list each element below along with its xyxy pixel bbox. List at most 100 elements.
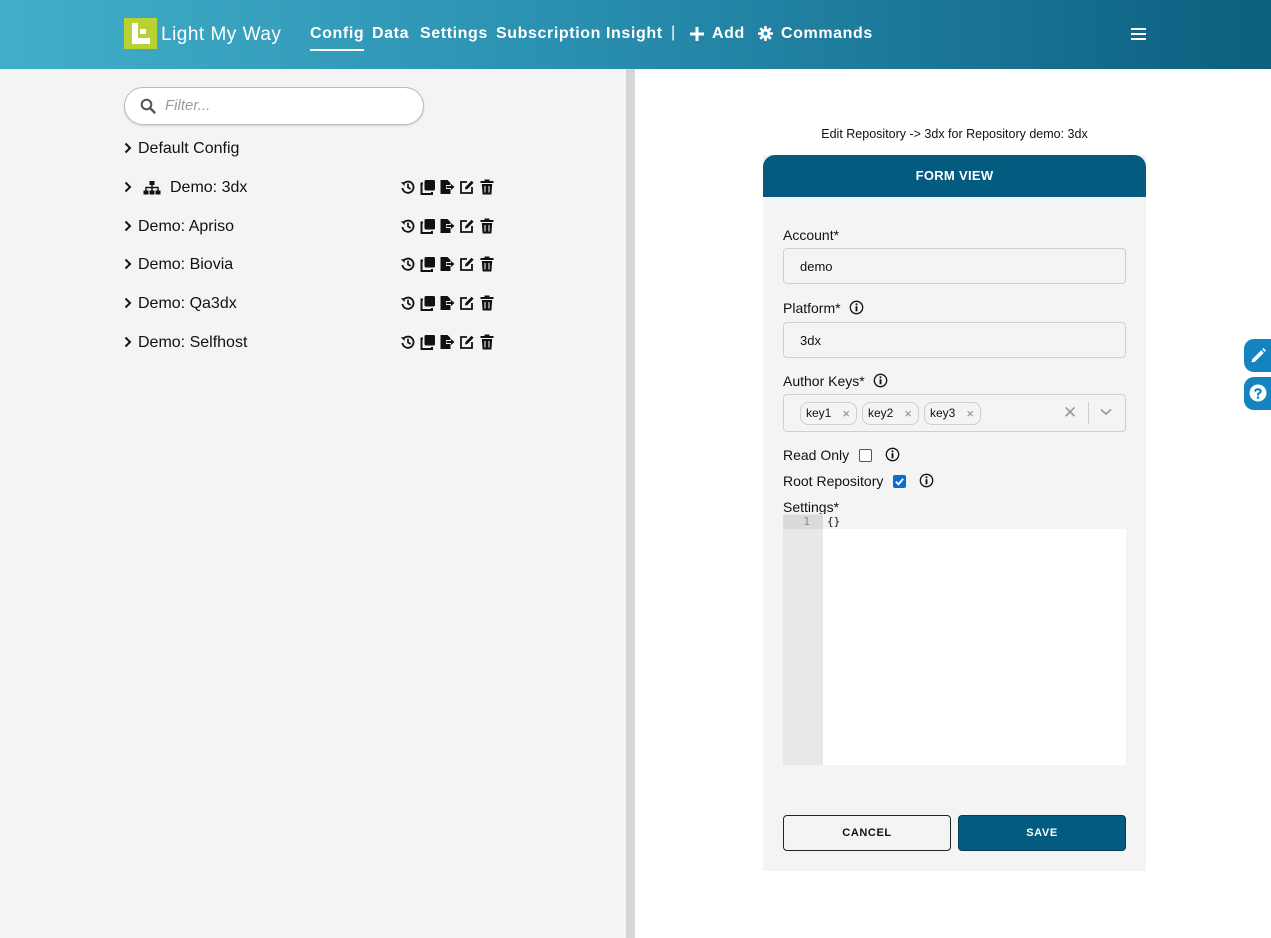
history-icon[interactable] xyxy=(400,218,416,234)
settings-label: Settings* xyxy=(783,499,840,515)
top-navigation-bar: Light My Way Config Data Settings Subscr… xyxy=(0,0,1271,69)
trash-icon[interactable] xyxy=(479,179,495,195)
info-icon[interactable] xyxy=(919,473,934,488)
export-icon[interactable] xyxy=(439,295,455,311)
plus-icon xyxy=(690,27,704,41)
check-icon xyxy=(895,478,904,486)
remove-key-icon[interactable]: × xyxy=(904,403,912,424)
select-separator xyxy=(1088,402,1089,424)
form-title: Edit Repository -> 3dx for Repository de… xyxy=(821,127,1088,141)
trash-icon[interactable] xyxy=(479,256,495,272)
author-keys-multiselect[interactable]: key1 × key2 × key3 × ✕ xyxy=(783,394,1126,432)
nav-subscription[interactable]: Subscription xyxy=(496,25,601,43)
line-number: 1 xyxy=(803,515,810,528)
nav-data[interactable]: Data xyxy=(372,25,409,43)
hamburger-menu-icon[interactable] xyxy=(1131,28,1147,41)
gear-icon xyxy=(758,26,773,41)
chevron-right-icon[interactable] xyxy=(124,297,132,309)
tree-item[interactable]: Demo: Apriso xyxy=(124,217,504,239)
root-repository-checkbox[interactable] xyxy=(893,475,906,488)
search-icon xyxy=(140,98,156,114)
read-only-checkbox[interactable] xyxy=(859,449,872,462)
tree-item-label: Demo: Biovia xyxy=(138,256,234,273)
trash-icon[interactable] xyxy=(479,295,495,311)
copy-icon[interactable] xyxy=(420,179,436,195)
history-icon[interactable] xyxy=(400,256,416,272)
tree-item[interactable]: Demo: 3dx xyxy=(124,178,504,200)
tree-item-label: Demo: Qa3dx xyxy=(138,295,237,312)
export-icon[interactable] xyxy=(439,218,455,234)
editor-gutter: 1 xyxy=(783,514,823,765)
tree-item-label: Demo: Apriso xyxy=(138,218,235,235)
brand-name: Light My Way xyxy=(161,24,282,45)
tree-item-label: Demo: Selfhost xyxy=(138,334,248,351)
author-keys-label: Author Keys* xyxy=(783,373,865,389)
tree-item-label: Demo: 3dx xyxy=(170,179,248,196)
pencil-icon xyxy=(1251,347,1267,363)
chevron-right-icon[interactable] xyxy=(124,336,132,348)
info-icon[interactable] xyxy=(885,447,900,462)
edit-side-tab[interactable] xyxy=(1244,339,1271,372)
tree-item[interactable]: Demo: Qa3dx xyxy=(124,294,504,316)
trash-icon[interactable] xyxy=(479,334,495,350)
tree-item[interactable]: Demo: Biovia xyxy=(124,255,504,277)
nav-settings[interactable]: Settings xyxy=(420,25,488,43)
root-repository-label: Root Repository xyxy=(783,473,884,489)
edit-icon[interactable] xyxy=(459,334,475,350)
settings-code[interactable]: {} xyxy=(827,515,840,528)
info-icon[interactable] xyxy=(849,300,864,315)
help-icon xyxy=(1249,384,1267,402)
save-button[interactable]: SAVE xyxy=(958,815,1126,851)
filter-input[interactable] xyxy=(165,97,405,114)
commands-menu[interactable]: Commands xyxy=(758,25,873,43)
chevron-right-icon[interactable] xyxy=(124,220,132,232)
add-label: Add xyxy=(712,25,745,42)
nav-separator: | xyxy=(671,24,676,41)
read-only-label: Read Only xyxy=(783,447,850,463)
history-icon[interactable] xyxy=(400,334,416,350)
tree-item-default-config[interactable]: Default Config xyxy=(124,139,504,161)
chevron-right-icon[interactable] xyxy=(124,142,132,154)
tree-item-label: Default Config xyxy=(138,140,240,157)
filter-field[interactable] xyxy=(124,87,424,125)
export-icon[interactable] xyxy=(439,256,455,272)
nav-insight[interactable]: Insight xyxy=(606,25,663,43)
edit-icon[interactable] xyxy=(459,295,475,311)
commands-label: Commands xyxy=(781,25,873,42)
copy-icon[interactable] xyxy=(420,256,436,272)
form-view-tab[interactable]: FORM VIEW xyxy=(763,155,1146,197)
copy-icon[interactable] xyxy=(420,295,436,311)
sitemap-icon xyxy=(143,181,161,195)
chevron-right-icon[interactable] xyxy=(124,181,132,193)
copy-icon[interactable] xyxy=(420,334,436,350)
tree-item[interactable]: Demo: Selfhost xyxy=(124,333,504,355)
author-key-chip: key1 × xyxy=(800,402,857,425)
account-field[interactable] xyxy=(783,248,1126,284)
account-label: Account* xyxy=(783,227,840,243)
add-menu[interactable]: Add xyxy=(690,25,745,43)
platform-field[interactable] xyxy=(783,322,1126,358)
logo[interactable] xyxy=(124,18,157,49)
cancel-button[interactable]: CANCEL xyxy=(783,815,951,851)
history-icon[interactable] xyxy=(400,295,416,311)
platform-label: Platform* xyxy=(783,300,841,316)
author-key-chip: key2 × xyxy=(862,402,919,425)
copy-icon[interactable] xyxy=(420,218,436,234)
help-side-tab[interactable] xyxy=(1244,377,1271,410)
remove-key-icon[interactable]: × xyxy=(966,403,974,424)
edit-icon[interactable] xyxy=(459,218,475,234)
panel-resize-handle[interactable] xyxy=(626,69,635,938)
chevron-right-icon[interactable] xyxy=(124,258,132,270)
chevron-down-icon[interactable] xyxy=(1100,408,1112,416)
settings-code-editor[interactable]: 1 {} xyxy=(783,514,1126,765)
nav-config[interactable]: Config xyxy=(310,25,365,51)
edit-icon[interactable] xyxy=(459,179,475,195)
clear-all-icon[interactable]: ✕ xyxy=(1063,403,1077,423)
remove-key-icon[interactable]: × xyxy=(842,403,850,424)
history-icon[interactable] xyxy=(400,179,416,195)
edit-icon[interactable] xyxy=(459,256,475,272)
info-icon[interactable] xyxy=(873,373,888,388)
export-icon[interactable] xyxy=(439,334,455,350)
trash-icon[interactable] xyxy=(479,218,495,234)
export-icon[interactable] xyxy=(439,179,455,195)
